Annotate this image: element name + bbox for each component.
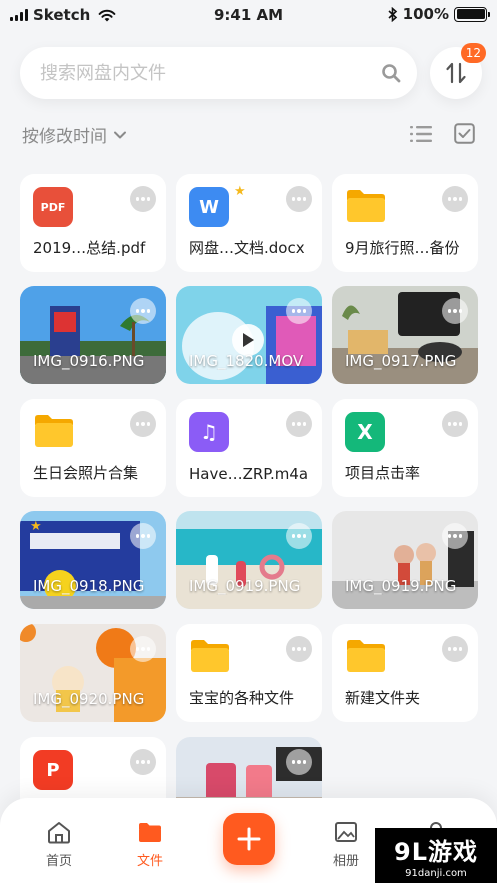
file-name: IMG_0919.PNG: [345, 577, 457, 595]
more-button[interactable]: [130, 636, 156, 662]
tab-files[interactable]: 文件: [120, 820, 180, 869]
file-card-excel[interactable]: X 项目点击率: [332, 399, 478, 497]
status-bar: Sketch 9:41 AM 100%: [0, 0, 497, 32]
more-button[interactable]: [442, 523, 468, 549]
folder-icon: [35, 415, 73, 447]
more-button[interactable]: [442, 186, 468, 212]
file-name: IMG_0919.PNG: [189, 577, 301, 595]
pdf-icon: PDF: [33, 187, 73, 227]
more-button[interactable]: [286, 523, 312, 549]
more-button[interactable]: [286, 186, 312, 212]
search-icon[interactable]: [381, 63, 401, 83]
chevron-down-icon: [114, 131, 126, 138]
tab-home-label: 首页: [45, 854, 72, 869]
folder-card[interactable]: 新建文件夹: [332, 624, 478, 722]
search-bar[interactable]: [20, 47, 417, 99]
star-icon: ★: [30, 519, 42, 534]
sort-label: 按修改时间: [22, 127, 107, 147]
more-button[interactable]: [286, 298, 312, 324]
file-card-pdf[interactable]: PDF 2019…总结.pdf: [20, 174, 166, 272]
watermark-logo: 9L游戏: [394, 838, 478, 866]
more-button[interactable]: [286, 411, 312, 437]
plus-icon: [237, 827, 261, 851]
tab-home[interactable]: 首页: [29, 820, 89, 869]
notification-badge: 12: [460, 43, 486, 63]
battery-percent: 100%: [402, 5, 449, 23]
excel-icon: X: [345, 412, 385, 452]
folder-card[interactable]: 宝宝的各种文件: [176, 624, 322, 722]
folder-icon: [191, 640, 229, 672]
folder-card[interactable]: 9月旅行照…备份: [332, 174, 478, 272]
ppt-icon: P: [33, 750, 73, 790]
folder-icon: [347, 640, 385, 672]
star-icon: ★: [234, 184, 246, 199]
file-name: IMG_1820.MOV: [189, 352, 304, 370]
music-icon: ♫: [189, 412, 229, 452]
file-card-audio[interactable]: ♫ Have…ZRP.m4a: [176, 399, 322, 497]
photo-card[interactable]: IMG_0917.PNG: [332, 286, 478, 384]
file-name: 9月旅行照…备份: [345, 239, 460, 257]
tab-album-label: 相册: [332, 854, 359, 869]
battery-icon: [454, 6, 490, 22]
more-button[interactable]: [286, 636, 312, 662]
photo-card[interactable]: IMG_0916.PNG: [20, 286, 166, 384]
watermark: 9L游戏 91danji.com: [375, 828, 497, 883]
tab-album[interactable]: 相册: [316, 820, 376, 869]
image-icon: [335, 822, 357, 842]
file-name: 生日会照片合集: [33, 464, 139, 482]
more-button[interactable]: [442, 298, 468, 324]
photo-card[interactable]: ★ IMG_0918.PNG: [20, 511, 166, 609]
add-button[interactable]: [223, 813, 275, 865]
tab-files-label: 文件: [136, 854, 163, 869]
file-name: IMG_0918.PNG: [33, 577, 145, 595]
more-button[interactable]: [130, 749, 156, 775]
photo-card[interactable]: IMG_0919.PNG: [332, 511, 478, 609]
file-name: IMG_0916.PNG: [33, 352, 145, 370]
photo-card[interactable]: IMG_0920.PNG: [20, 624, 166, 722]
home-icon: [48, 822, 70, 844]
file-card-docx[interactable]: W ★ 网盘…文档.docx: [176, 174, 322, 272]
folder-icon: [347, 190, 385, 222]
bluetooth-icon: [388, 6, 397, 22]
status-right: 100%: [388, 5, 490, 23]
sort-dropdown[interactable]: 按修改时间: [22, 122, 127, 147]
more-button[interactable]: [130, 523, 156, 549]
more-button[interactable]: [442, 636, 468, 662]
file-name: 网盘…文档.docx: [189, 239, 305, 257]
file-name: IMG_0920.PNG: [33, 690, 145, 708]
more-button[interactable]: [130, 411, 156, 437]
more-button[interactable]: [130, 298, 156, 324]
file-name: 新建文件夹: [345, 689, 421, 707]
folder-icon: [139, 823, 161, 842]
file-name: IMG_0917.PNG: [345, 352, 457, 370]
file-name: 项目点击率: [345, 464, 421, 482]
sort-arrows-icon: [446, 62, 466, 84]
word-icon: W: [189, 187, 229, 227]
more-button[interactable]: [130, 186, 156, 212]
watermark-url: 91danji.com: [405, 868, 467, 879]
more-button[interactable]: [286, 749, 312, 775]
list-view-icon[interactable]: [410, 124, 432, 144]
photo-card[interactable]: IMG_0919.PNG: [176, 511, 322, 609]
file-name: 宝宝的各种文件: [189, 689, 295, 707]
file-name: 2019…总结.pdf: [33, 239, 146, 257]
video-card[interactable]: IMG_1820.MOV: [176, 286, 322, 384]
checkbox-icon[interactable]: [454, 123, 475, 144]
folder-card[interactable]: 生日会照片合集: [20, 399, 166, 497]
transfer-button[interactable]: 12: [430, 43, 486, 99]
search-input[interactable]: [40, 47, 370, 99]
file-name: Have…ZRP.m4a: [189, 465, 309, 483]
more-button[interactable]: [442, 411, 468, 437]
